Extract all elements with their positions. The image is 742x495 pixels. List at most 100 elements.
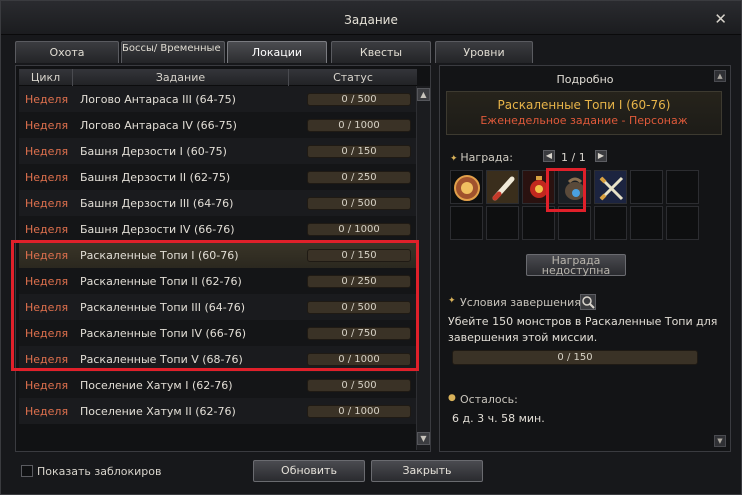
table-row[interactable]: Неделя Башня Дерзости III (64-76) 0 / 50… xyxy=(19,190,417,216)
table-row[interactable]: Неделя Раскаленные Топи II (62-76) 0 / 2… xyxy=(19,268,417,294)
row-cycle: Неделя xyxy=(25,171,69,184)
row-task: Башня Дерзости I (60-75) xyxy=(80,145,227,158)
row-status-bar: 0 / 500 xyxy=(307,301,411,314)
row-task: Раскаленные Топи I (60-76) xyxy=(80,249,239,262)
row-status: 0 / 150 xyxy=(341,146,377,157)
title-bar[interactable]: Задание ✕ xyxy=(1,1,741,35)
pouch-icon xyxy=(559,171,590,203)
reward-slot[interactable] xyxy=(486,170,519,204)
row-cycle: Неделя xyxy=(25,145,69,158)
row-status-bar: 0 / 750 xyxy=(307,327,411,340)
details-panel: Подробно ▲ ▼ Раскаленные Топи I (60-76) … xyxy=(439,65,731,452)
row-cycle: Неделя xyxy=(25,379,69,392)
row-status: 0 / 150 xyxy=(341,250,377,261)
pager-prev-icon[interactable]: ◀ xyxy=(543,150,555,162)
magnifier-icon xyxy=(582,296,595,309)
reward-slot-empty[interactable] xyxy=(594,206,627,240)
pager-next-icon[interactable]: ▶ xyxy=(595,150,607,162)
task-list-panel: Цикл Задание Статус Неделя Логово Антара… xyxy=(15,65,431,452)
reward-slot-empty[interactable] xyxy=(666,206,699,240)
tab-hunting[interactable]: Охота xyxy=(15,41,119,63)
details-scroll-down-icon[interactable]: ▼ xyxy=(714,435,726,447)
quest-window: Задание ✕ Охота Боссы/ Временные Зоны Ло… xyxy=(0,0,742,495)
conditions-row: ✦ Условия завершения: xyxy=(448,294,718,312)
row-cycle: Неделя xyxy=(25,301,69,314)
table-row-selected[interactable]: Неделя Раскаленные Топи I (60-76) 0 / 15… xyxy=(19,242,417,268)
table-row[interactable]: Неделя Поселение Хатум I (62-76) 0 / 500 xyxy=(19,372,417,398)
row-task: Раскаленные Топи II (62-76) xyxy=(80,275,242,288)
close-button[interactable]: Закрыть xyxy=(371,460,483,482)
tab-locations[interactable]: Локации xyxy=(227,41,327,63)
row-status-bar: 0 / 1000 xyxy=(307,223,411,236)
row-task: Башня Дерзости III (64-76) xyxy=(80,197,234,210)
row-cycle: Неделя xyxy=(25,405,69,418)
row-task: Башня Дерзости IV (66-76) xyxy=(80,223,235,236)
row-task: Поселение Хатум II (62-76) xyxy=(80,405,236,418)
row-status: 0 / 500 xyxy=(341,94,377,105)
conditions-progress-bar: 0 / 150 xyxy=(452,350,698,365)
reward-slot-empty[interactable] xyxy=(666,170,699,204)
row-cycle: Неделя xyxy=(25,93,69,106)
header-task[interactable]: Задание xyxy=(73,69,289,86)
crossed-swords-icon xyxy=(595,171,626,203)
reward-slot-empty[interactable] xyxy=(486,206,519,240)
reward-slot-empty[interactable] xyxy=(630,206,663,240)
table-row[interactable]: Неделя Раскаленные Топи V (68-76) 0 / 10… xyxy=(19,346,417,372)
tab-quests[interactable]: Квесты xyxy=(331,41,431,63)
row-status-bar: 0 / 250 xyxy=(307,275,411,288)
table-row[interactable]: Неделя Раскаленные Топи IV (66-76) 0 / 7… xyxy=(19,320,417,346)
scroll-icon xyxy=(487,171,518,203)
header-cycle[interactable]: Цикл xyxy=(19,69,73,86)
tab-levels[interactable]: Уровни xyxy=(435,41,533,63)
row-task: Раскаленные Топи IV (66-76) xyxy=(80,327,247,340)
table-row[interactable]: Неделя Логово Антараса IV (66-75) 0 / 10… xyxy=(19,112,417,138)
table-row[interactable]: Неделя Башня Дерзости II (62-75) 0 / 250 xyxy=(19,164,417,190)
table-row[interactable]: Неделя Раскаленные Топи III (64-76) 0 / … xyxy=(19,294,417,320)
reward-pager: 1 / 1 xyxy=(561,151,586,164)
scroll-down-icon[interactable]: ▼ xyxy=(417,432,430,445)
table-row[interactable]: Неделя Башня Дерзости IV (66-76) 0 / 100… xyxy=(19,216,417,242)
scroll-up-icon[interactable]: ▲ xyxy=(417,88,430,101)
row-status: 0 / 500 xyxy=(341,198,377,209)
reward-slot-empty[interactable] xyxy=(450,206,483,240)
reward-slot[interactable] xyxy=(558,170,591,204)
refresh-button[interactable]: Обновить xyxy=(253,460,365,482)
row-task: Логово Антараса IV (66-75) xyxy=(80,119,237,132)
reward-slot[interactable] xyxy=(450,170,483,204)
row-status-bar: 0 / 1000 xyxy=(307,119,411,132)
table-row[interactable]: Неделя Башня Дерзости I (60-75) 0 / 150 xyxy=(19,138,417,164)
reward-unavailable-button[interactable]: Награда недоступна xyxy=(526,254,626,276)
header-status[interactable]: Статус xyxy=(289,69,417,86)
row-cycle: Неделя xyxy=(25,197,69,210)
remaining-label: Осталось: xyxy=(460,393,518,406)
close-icon[interactable]: ✕ xyxy=(714,10,727,28)
reward-row: ✦ Награда: ◀ 1 / 1 ▶ xyxy=(450,150,720,166)
row-status: 0 / 750 xyxy=(341,328,377,339)
row-status: 0 / 1000 xyxy=(338,120,380,131)
row-task: Логово Антараса III (64-75) xyxy=(80,93,236,106)
show-locked-checkbox[interactable] xyxy=(21,465,33,477)
row-status-bar: 0 / 1000 xyxy=(307,353,411,366)
reward-slot-empty[interactable] xyxy=(522,206,555,240)
reward-slot[interactable] xyxy=(522,170,555,204)
reward-icon: ✦ xyxy=(450,154,461,164)
row-status-bar: 0 / 500 xyxy=(307,197,411,210)
table-row[interactable]: Неделя Логово Антараса III (64-75) 0 / 5… xyxy=(19,86,417,112)
reward-slot[interactable] xyxy=(594,170,627,204)
row-status-bar: 0 / 1000 xyxy=(307,405,411,418)
row-status: 0 / 500 xyxy=(341,302,377,313)
row-status: 0 / 1000 xyxy=(338,354,380,365)
row-cycle: Неделя xyxy=(25,223,69,236)
conditions-progress: 0 / 150 xyxy=(557,352,593,363)
details-scroll-up-icon[interactable]: ▲ xyxy=(714,70,726,82)
table-row[interactable]: Неделя Поселение Хатум II (62-76) 0 / 10… xyxy=(19,398,417,424)
reward-slot-empty[interactable] xyxy=(558,206,591,240)
tab-bosses[interactable]: Боссы/ Временные Зоны xyxy=(121,41,225,63)
row-status-bar: 0 / 150 xyxy=(307,249,411,262)
row-status: 0 / 500 xyxy=(341,380,377,391)
task-list-scrollbar[interactable]: ▲ ▼ xyxy=(416,86,430,450)
reward-slot-empty[interactable] xyxy=(630,170,663,204)
row-task: Раскаленные Топи V (68-76) xyxy=(80,353,243,366)
magnifier-button[interactable] xyxy=(580,294,596,310)
show-locked-label: Показать заблокиров xyxy=(37,465,162,478)
